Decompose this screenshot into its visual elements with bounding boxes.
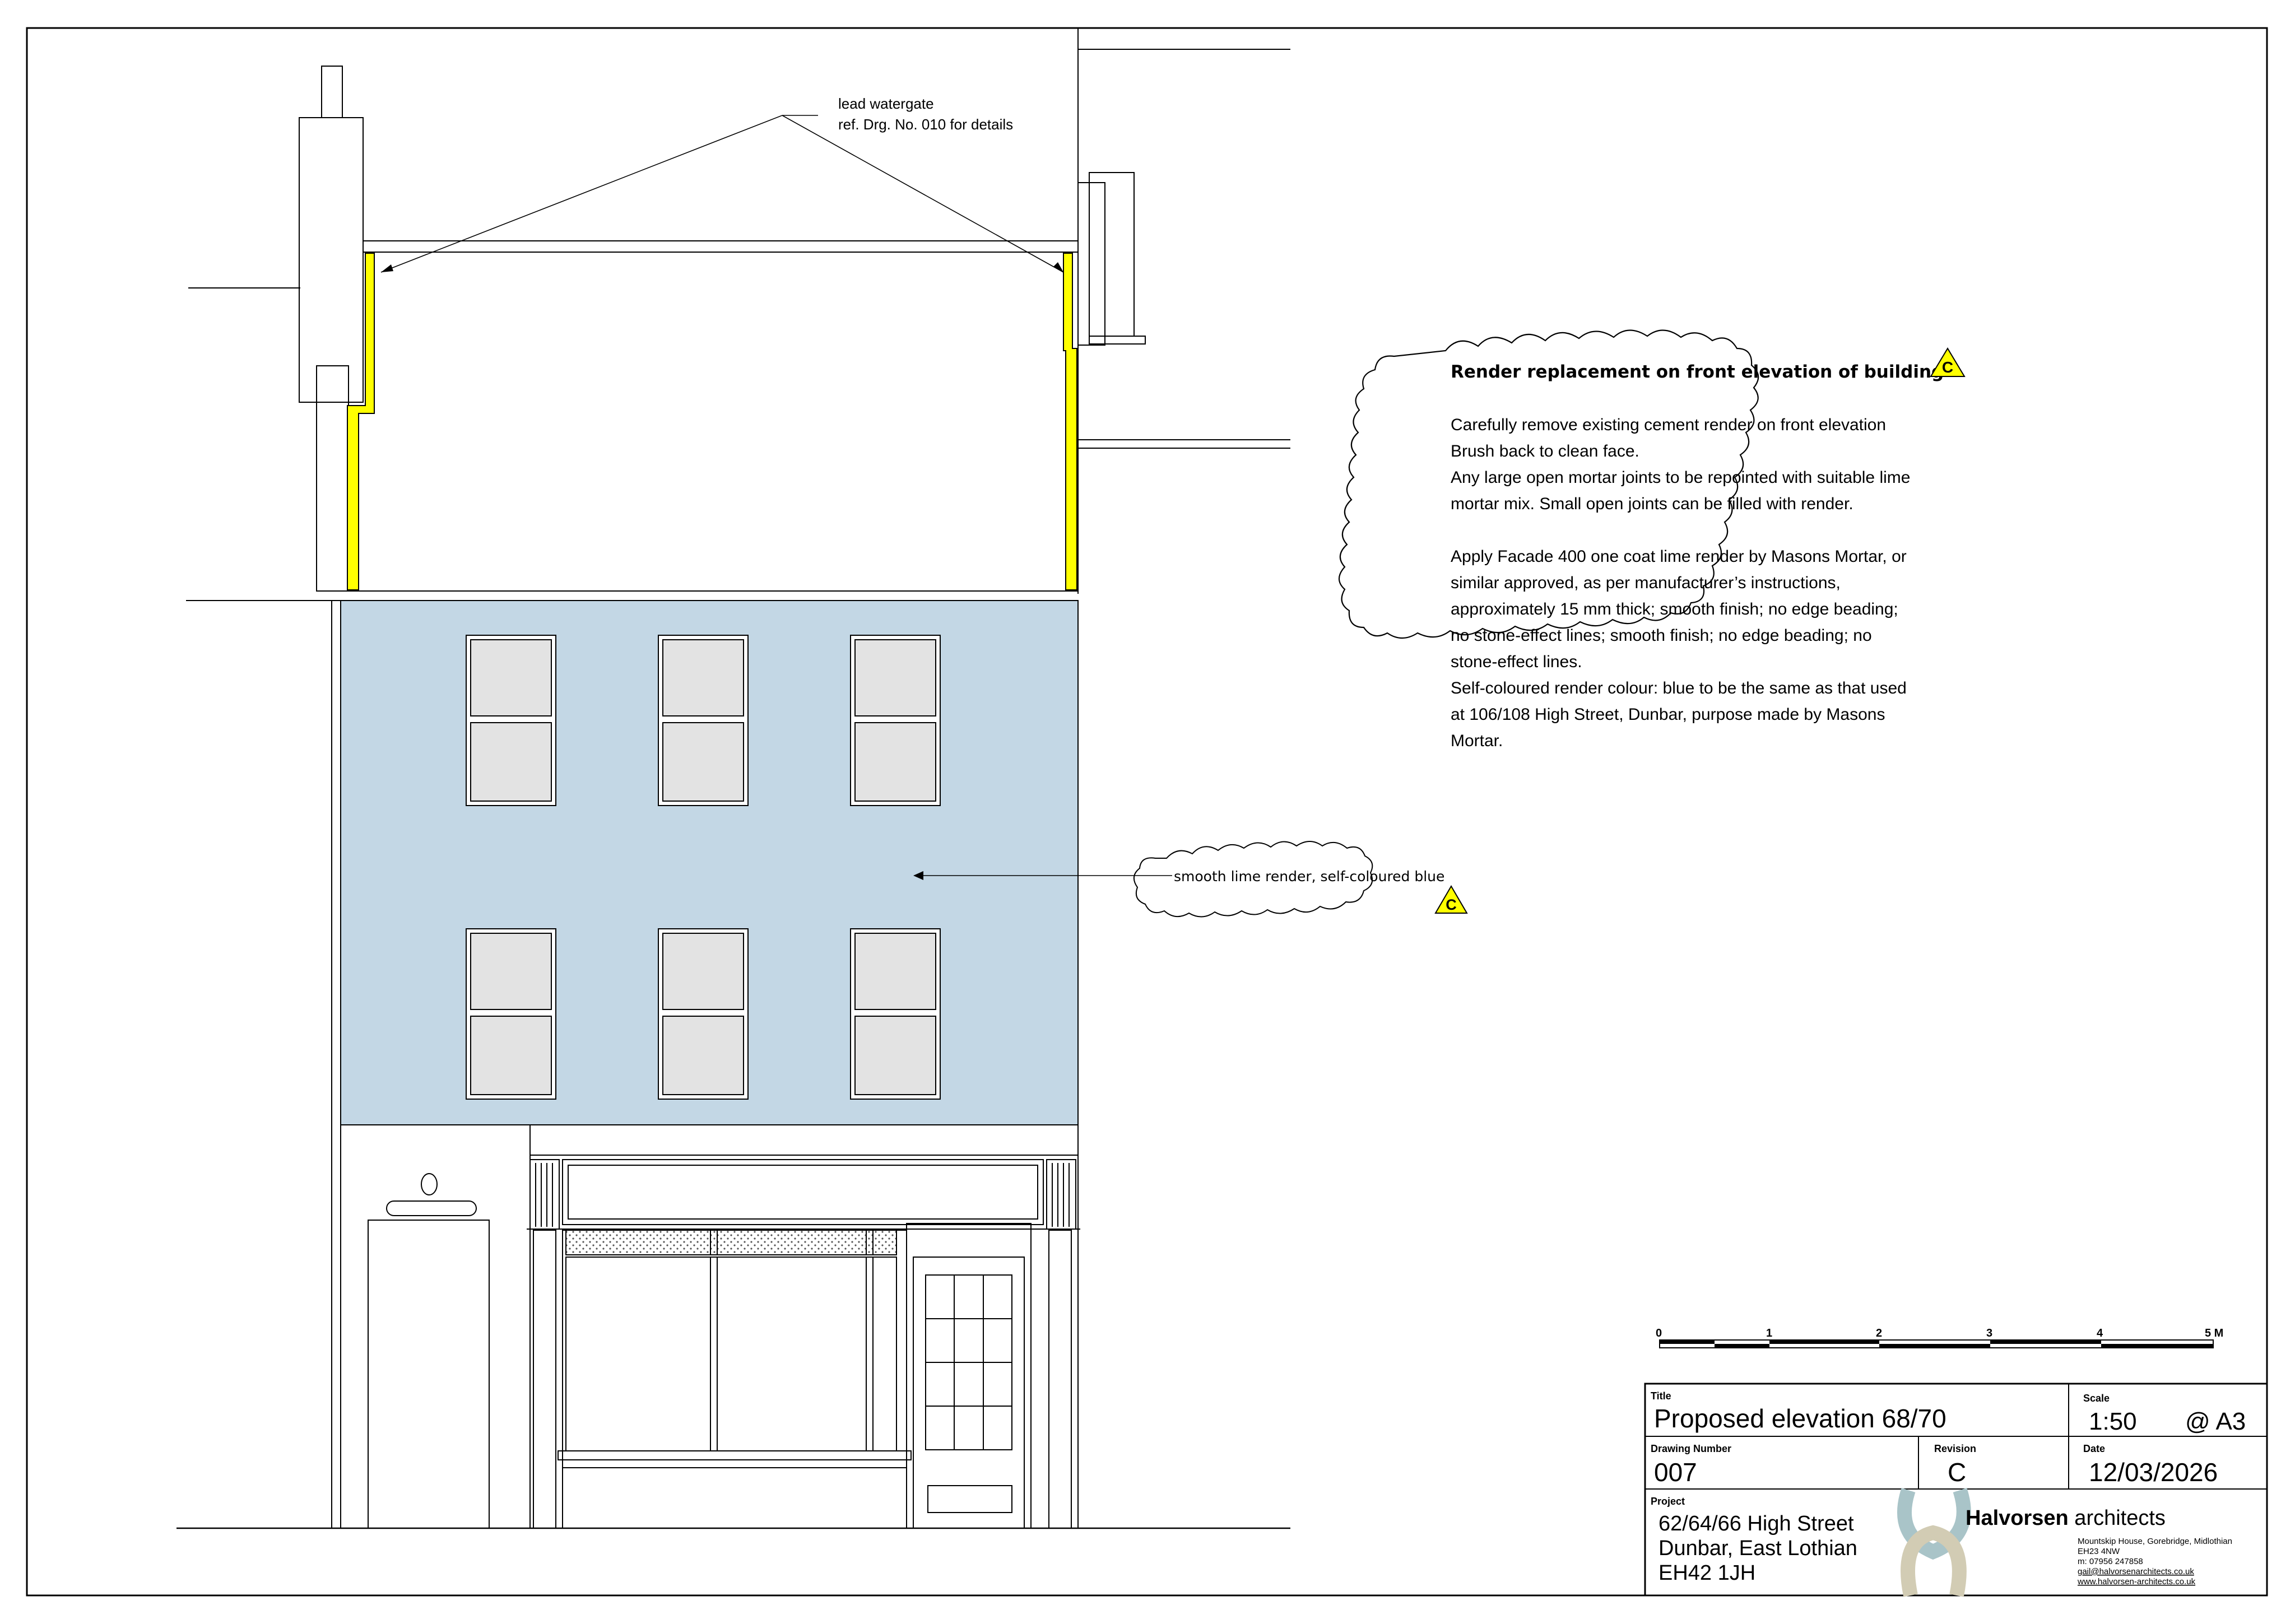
date-label: Date	[2083, 1443, 2105, 1454]
drawing-number-label: Drawing Number	[1651, 1443, 1731, 1454]
date-value: 12/03/2026	[2089, 1458, 2218, 1487]
spec-note-line: at 106/108 High Street, Dunbar, purpose …	[1451, 705, 1885, 724]
sash-window	[850, 928, 941, 1100]
watergate-annotation: lead watergate ref. Drg. No. 010 for det…	[380, 95, 1064, 273]
revision-label: Revision	[1934, 1443, 1976, 1454]
svg-text:C: C	[1446, 896, 1457, 913]
spec-note-line: Self-coloured render colour: blue to be …	[1451, 679, 1907, 697]
spec-note-line: Carefully remove existing cement render …	[1451, 416, 1886, 434]
sash-window	[658, 928, 749, 1100]
scale-tick-label: 1	[1766, 1327, 1772, 1339]
watergate-label-line1: lead watergate	[838, 95, 934, 112]
title-block: Title Proposed elevation 68/70 Scale 1:5…	[1644, 1383, 2268, 1597]
spec-note-line: stone-effect lines.	[1451, 653, 1582, 671]
ground-floor	[340, 1125, 1080, 1529]
spec-note-line: similar approved, as per manufacturer’s …	[1451, 574, 1841, 592]
watergate-label-line2: ref. Drg. No. 010 for details	[838, 116, 1013, 133]
project-line: EH42 1JH	[1658, 1561, 1755, 1585]
revision-marker: C	[1434, 885, 1468, 914]
sheet-size: @ A3	[2185, 1408, 2246, 1435]
right-neighbour	[1077, 28, 1290, 594]
lead-watergate-right	[1063, 253, 1077, 590]
firm-website[interactable]: www.halvorsen-architects.co.uk	[2077, 1577, 2196, 1586]
title-label: Title	[1651, 1390, 1671, 1402]
scale-tick-label: 3	[1986, 1327, 1992, 1339]
left-neighbour-outline	[186, 600, 340, 1528]
front-door	[368, 1220, 490, 1529]
spec-note-line: no stone-effect lines; smooth finish; no…	[1451, 626, 1872, 645]
spec-note-line: mortar mix. Small open joints can be fil…	[1451, 495, 1853, 513]
firm-name: Halvorsen architects	[1966, 1506, 2166, 1530]
project-line: 62/64/66 High Street	[1658, 1512, 1854, 1535]
svg-text:C: C	[1942, 359, 1953, 376]
revision-value: C	[1948, 1458, 1966, 1487]
door-canopy	[386, 1200, 477, 1216]
firm-address-line: m: 07956 247858	[2078, 1557, 2143, 1566]
sash-window	[466, 928, 556, 1100]
scale-value: 1:50	[2089, 1408, 2137, 1435]
scale-tick-label: 5 M	[2205, 1327, 2223, 1339]
spec-note-line: Brush back to clean face.	[1451, 442, 1639, 460]
render-spec-note: Render replacement on front elevation of…	[1338, 329, 1966, 750]
elevation-drawing-sheet: lead watergate ref. Drg. No. 010 for det…	[26, 27, 2268, 1597]
spec-note-line: Apply Facade 400 one coat lime render by…	[1451, 547, 1907, 566]
spec-note-line: approximately 15 mm thick; smooth finish…	[1451, 600, 1898, 618]
shopfront	[527, 1159, 1080, 1529]
scale-tick-label: 0	[1656, 1327, 1662, 1339]
render-label: smooth lime render, self-coloured blue	[1174, 868, 1444, 885]
building-elevation	[176, 28, 1290, 1529]
scale-tick-label: 4	[2097, 1327, 2103, 1339]
fascia	[562, 1159, 1044, 1225]
project-label: Project	[1651, 1496, 1685, 1507]
sash-window	[850, 635, 941, 806]
sash-window	[658, 635, 749, 806]
door-fanlight	[421, 1173, 438, 1195]
firm-email[interactable]: gail@halvorsenarchitects.co.uk	[2078, 1567, 2194, 1576]
firm-address-line: Mountskip House, Gorebridge, Midlothian	[2078, 1537, 2232, 1546]
spec-note-line: Mortar.	[1451, 732, 1503, 750]
sash-window	[466, 635, 556, 806]
scale-tick-label: 2	[1876, 1327, 1882, 1339]
scale-label: Scale	[2083, 1393, 2110, 1404]
spec-note-line: Any large open mortar joints to be repoi…	[1451, 468, 1910, 487]
project-line: Dunbar, East Lothian	[1658, 1537, 1857, 1560]
parapet-cap	[363, 240, 1079, 253]
scale-bar: 0 1 2 3 4 5 M	[1656, 1327, 2223, 1348]
drawing-number: 007	[1654, 1458, 1697, 1487]
spec-note-title: Render replacement on front elevation of…	[1451, 362, 1944, 382]
firm-address-line: EH23 4NW	[2078, 1547, 2120, 1556]
lead-watergate-left	[347, 253, 375, 590]
drawing-title: Proposed elevation 68/70	[1654, 1404, 1946, 1433]
